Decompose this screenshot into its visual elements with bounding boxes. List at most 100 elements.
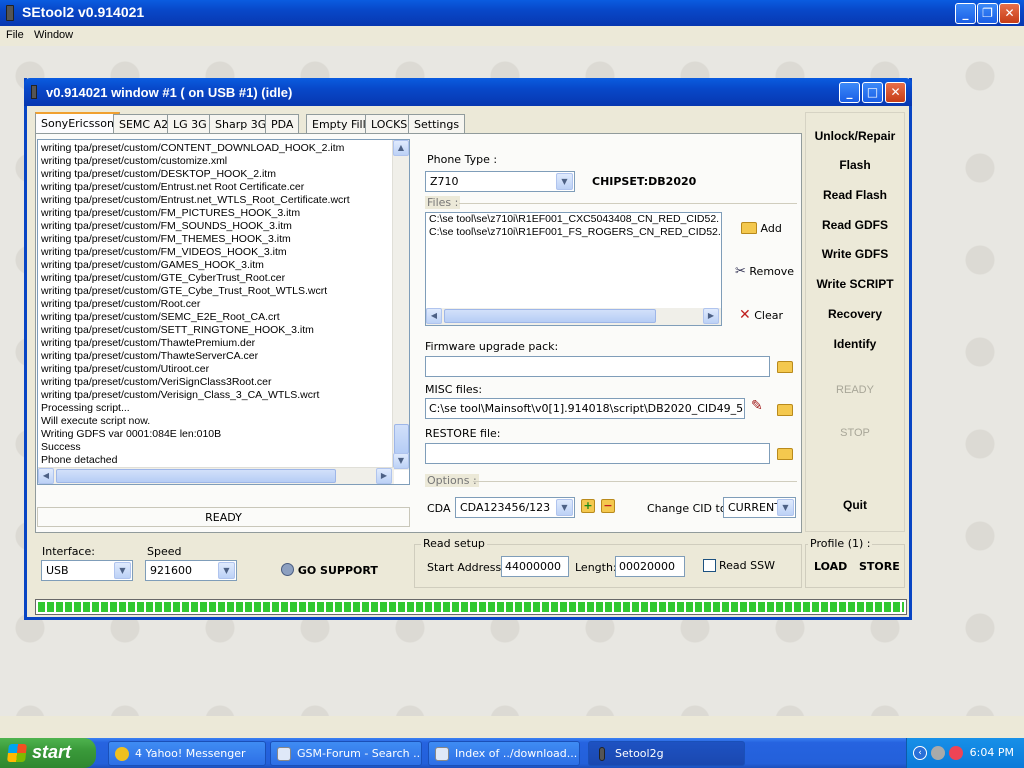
- start-button[interactable]: start: [0, 738, 96, 768]
- stop-button[interactable]: STOP: [806, 427, 904, 439]
- phone-type-value: Z710: [430, 175, 459, 188]
- go-support-button[interactable]: GO SUPPORT: [281, 563, 378, 577]
- unlock-repair-button[interactable]: Unlock/Repair: [806, 129, 904, 143]
- close-button[interactable]: ✕: [999, 3, 1020, 24]
- misc-browse-icon[interactable]: [777, 404, 793, 416]
- tab-empty-fill[interactable]: Empty Fill: [306, 114, 372, 134]
- tab-settings[interactable]: Settings: [408, 114, 466, 134]
- scroll-right-icon[interactable]: ▶: [703, 308, 719, 324]
- yahoo-smiley-icon: [115, 747, 129, 761]
- menu-window[interactable]: Window: [34, 29, 73, 41]
- profile-load-button[interactable]: LOAD: [814, 560, 847, 573]
- write-gdfs-button[interactable]: Write GDFS: [806, 247, 904, 261]
- profile-store-button[interactable]: STORE: [859, 560, 900, 573]
- chevron-down-icon[interactable]: ▼: [114, 562, 131, 579]
- speed-select[interactable]: 921600 ▼: [145, 560, 237, 581]
- scroll-left-icon[interactable]: ◀: [38, 468, 54, 484]
- child-titlebar[interactable]: v0.914021 window #1 ( on USB #1) (idle) …: [24, 78, 912, 106]
- tab-pda[interactable]: PDA: [265, 114, 300, 134]
- scroll-right-icon[interactable]: ▶: [376, 468, 392, 484]
- remove-file-button[interactable]: ✂ Remove: [735, 264, 794, 279]
- task-label: 4 Yahoo! Messenger: [135, 747, 246, 760]
- child-maximize-button[interactable]: □: [862, 82, 883, 103]
- child-close-button[interactable]: ✕: [885, 82, 906, 103]
- log-line: writing tpa/preset/custom/GTE_CyberTrust…: [41, 272, 286, 284]
- task-gsm-forum[interactable]: GSM-Forum - Search ...: [270, 741, 422, 766]
- tab-lg-3g[interactable]: LG 3G: [167, 114, 213, 134]
- task-setool2g[interactable]: Setool2g: [588, 741, 745, 766]
- cda-add-icon[interactable]: +: [581, 499, 595, 513]
- restore-input[interactable]: [425, 443, 770, 464]
- options-group-label: Options :: [425, 474, 479, 487]
- log-line: writing tpa/preset/custom/ThawteServerCA…: [41, 350, 259, 362]
- start-address-input[interactable]: 44000000: [501, 556, 569, 577]
- read-ssw-checkbox[interactable]: [703, 559, 716, 572]
- start-label: start: [32, 742, 72, 762]
- log-line: writing tpa/preset/custom/FM_SOUNDS_HOOK…: [41, 220, 292, 232]
- log-listbox[interactable]: writing tpa/preset/custom/CONTENT_DOWNLO…: [37, 139, 410, 485]
- firmware-browse-icon[interactable]: [777, 361, 793, 373]
- cda-label: CDA: [427, 502, 451, 515]
- misc-input[interactable]: C:\se tool\Mainsoft\v0[1].914018\script\…: [425, 398, 745, 419]
- task-label: Setool2g: [615, 747, 664, 760]
- app-titlebar[interactable]: SEtool2 v0.914021 _ ❐ ✕: [0, 0, 1024, 26]
- flash-button[interactable]: Flash: [806, 158, 904, 172]
- tray-app-icon[interactable]: [949, 746, 963, 760]
- task-yahoo-messenger[interactable]: 4 Yahoo! Messenger: [108, 741, 266, 766]
- tab-sonyericsson[interactable]: SonyEricsson: [35, 112, 120, 134]
- restore-button[interactable]: ❐: [977, 3, 998, 24]
- misc-label: MISC files:: [425, 383, 483, 396]
- recovery-button[interactable]: Recovery: [806, 307, 904, 321]
- change-cid-select[interactable]: CURRENT ▼: [723, 497, 796, 518]
- chevron-down-icon[interactable]: ▼: [218, 562, 235, 579]
- log-vscroll-thumb[interactable]: [394, 424, 409, 454]
- minimize-button[interactable]: _: [955, 3, 976, 24]
- misc-edit-pen-icon[interactable]: ✎: [751, 398, 763, 414]
- clear-label: Clear: [754, 309, 784, 322]
- read-gdfs-button[interactable]: Read GDFS: [806, 218, 904, 232]
- child-window-title: v0.914021 window #1 ( on USB #1) (idle): [46, 85, 293, 100]
- tray-expand-icon[interactable]: ‹: [913, 746, 927, 760]
- action-panel: Unlock/Repair Flash Read Flash Read GDFS…: [805, 112, 905, 532]
- system-tray: ‹ 6:04 PM: [906, 738, 1024, 768]
- child-minimize-button[interactable]: _: [839, 82, 860, 103]
- add-file-button[interactable]: Add: [741, 220, 782, 235]
- files-horizontal-scrollbar[interactable]: ◀ ▶: [426, 308, 721, 325]
- chevron-down-icon[interactable]: ▼: [556, 499, 573, 516]
- menu-file[interactable]: File: [6, 29, 24, 41]
- firmware-input[interactable]: [425, 356, 770, 377]
- scroll-left-icon[interactable]: ◀: [426, 308, 442, 324]
- cda-select[interactable]: CDA123456/123 ▼: [455, 497, 575, 518]
- tab-semc-a2[interactable]: SEMC A2: [113, 114, 175, 134]
- chevron-down-icon[interactable]: ▼: [777, 499, 794, 516]
- files-hscroll-thumb[interactable]: [444, 309, 656, 323]
- file-item[interactable]: C:\se tool\se\z710i\R1EF001_FS_ROGERS_CN…: [426, 226, 721, 239]
- scroll-down-icon[interactable]: ▼: [393, 453, 409, 469]
- tray-network-icon[interactable]: [931, 746, 945, 760]
- read-flash-button[interactable]: Read Flash: [806, 188, 904, 202]
- windows-logo-icon: [7, 744, 27, 762]
- clear-files-button[interactable]: ✕ Clear: [739, 307, 783, 323]
- chevron-down-icon[interactable]: ▼: [556, 173, 573, 190]
- scroll-up-icon[interactable]: ▲: [393, 140, 409, 156]
- support-globe-icon: [281, 563, 294, 576]
- cda-remove-icon[interactable]: −: [601, 499, 615, 513]
- task-index-download[interactable]: Index of ../download...: [428, 741, 580, 766]
- browser-icon: [277, 747, 291, 761]
- quit-button[interactable]: Quit: [806, 498, 904, 512]
- tab-sharp-3g[interactable]: Sharp 3G: [209, 114, 273, 134]
- phone-type-select[interactable]: Z710 ▼: [425, 171, 575, 192]
- log-horizontal-scrollbar[interactable]: ◀ ▶: [38, 467, 394, 484]
- files-listbox[interactable]: C:\se tool\se\z710i\R1EF001_CXC5043408_C…: [425, 212, 722, 326]
- file-item[interactable]: C:\se tool\se\z710i\R1EF001_CXC5043408_C…: [426, 213, 721, 226]
- log-vertical-scrollbar[interactable]: ▲ ▼: [392, 140, 409, 470]
- write-script-button[interactable]: Write SCRIPT: [806, 277, 904, 291]
- log-hscroll-thumb[interactable]: [56, 469, 336, 483]
- interface-select[interactable]: USB ▼: [41, 560, 133, 581]
- length-input[interactable]: 00020000: [615, 556, 685, 577]
- identify-button[interactable]: Identify: [806, 337, 904, 351]
- restore-browse-icon[interactable]: [777, 448, 793, 460]
- log-line: writing tpa/preset/custom/FM_THEMES_HOOK…: [41, 233, 291, 245]
- tab-locks[interactable]: LOCKS: [365, 114, 414, 134]
- files-group-label: Files :: [425, 196, 461, 209]
